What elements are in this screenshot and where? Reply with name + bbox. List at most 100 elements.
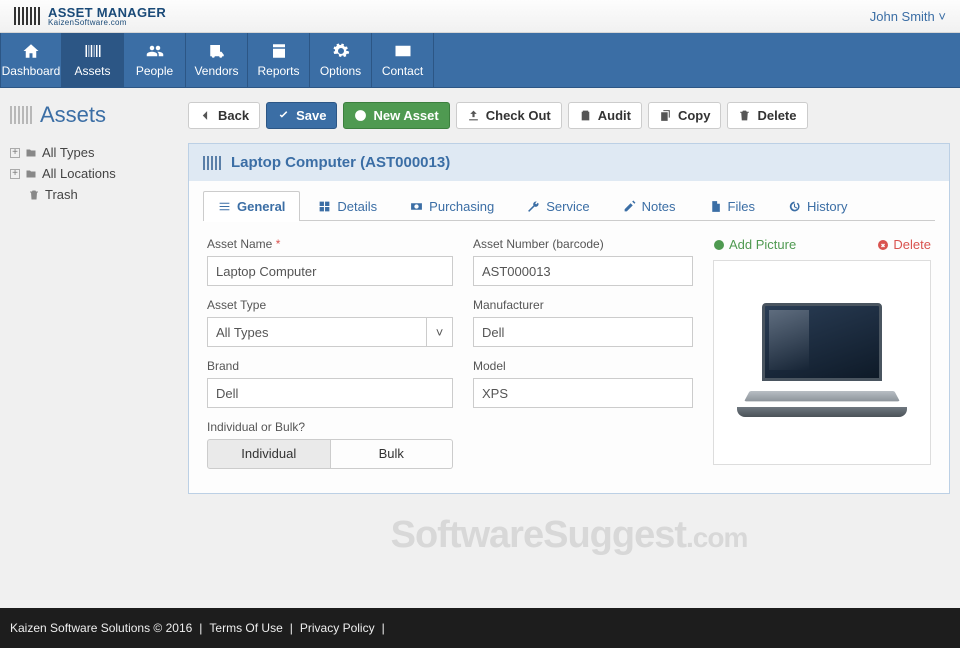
report-icon <box>270 42 288 60</box>
nav-label: Assets <box>74 64 110 78</box>
brand-logo: ASSET MANAGER KaizenSoftware.com <box>14 6 166 27</box>
tree-item-trash[interactable]: Trash <box>10 184 176 205</box>
trash-icon <box>28 189 40 201</box>
brand-input[interactable] <box>207 378 453 408</box>
main-nav: Dashboard Assets People Vendors Reports … <box>0 33 960 88</box>
asset-number-input[interactable] <box>473 256 693 286</box>
asset-name-input[interactable] <box>207 256 453 286</box>
tab-strip: General Details Purchasing Service Notes <box>189 181 949 221</box>
model-input[interactable] <box>473 378 693 408</box>
button-label: Copy <box>678 108 711 123</box>
user-menu[interactable]: John Smith ˅ <box>870 9 946 24</box>
chevron-down-icon: ˅ <box>938 9 946 24</box>
field-label: Asset Type <box>207 298 453 312</box>
arrow-left-icon <box>199 109 212 122</box>
asset-card: Laptop Computer (AST000013) General Deta… <box>188 143 950 494</box>
toggle-individual[interactable]: Individual <box>207 439 331 469</box>
tab-label: Notes <box>642 199 676 214</box>
watermark: SoftwareSuggest.com <box>188 514 950 557</box>
add-picture-link[interactable]: Add Picture <box>713 237 796 252</box>
footer-privacy-link[interactable]: Privacy Policy <box>300 621 375 635</box>
copy-button[interactable]: Copy <box>648 102 722 129</box>
toggle-bulk[interactable]: Bulk <box>331 439 454 469</box>
nav-contact[interactable]: Contact <box>372 33 434 87</box>
nav-reports[interactable]: Reports <box>248 33 310 87</box>
save-button[interactable]: Save <box>266 102 337 129</box>
gear-icon <box>332 42 350 60</box>
footer-copyright: Kaizen Software Solutions © 2016 <box>10 621 192 635</box>
tab-label: Service <box>546 199 589 214</box>
footer-terms-link[interactable]: Terms Of Use <box>209 621 282 635</box>
tab-service[interactable]: Service <box>512 191 604 221</box>
expand-icon[interactable]: + <box>10 169 20 179</box>
nav-label: Vendors <box>194 64 238 78</box>
delete-picture-link[interactable]: Delete <box>877 237 931 252</box>
content-area: Assets + All Types + All Locations Trash <box>0 88 960 557</box>
nav-label: People <box>136 64 173 78</box>
new-asset-button[interactable]: New Asset <box>343 102 449 129</box>
field-asset-name: Asset Name * <box>207 237 453 286</box>
nav-vendors[interactable]: Vendors <box>186 33 248 87</box>
toolbar: Back Save New Asset Check Out Audit Copy <box>188 102 950 129</box>
audit-button[interactable]: Audit <box>568 102 642 129</box>
field-label: Brand <box>207 359 453 373</box>
nav-people[interactable]: People <box>124 33 186 87</box>
plus-circle-icon <box>713 239 725 251</box>
form-col-left: Asset Name * Asset Type All Types ˅ Bran… <box>207 237 453 469</box>
home-icon <box>22 42 40 60</box>
tab-details[interactable]: Details <box>303 191 392 221</box>
x-circle-icon <box>877 239 889 251</box>
nav-dashboard[interactable]: Dashboard <box>0 33 62 87</box>
upload-icon <box>467 109 480 122</box>
button-label: Check Out <box>486 108 551 123</box>
asset-type-select[interactable]: All Types ˅ <box>207 317 453 347</box>
field-label: Individual or Bulk? <box>207 420 453 434</box>
watermark-text: SoftwareSuggest <box>391 514 686 556</box>
nav-assets[interactable]: Assets <box>62 33 124 87</box>
barcode-icon <box>10 106 32 124</box>
button-label: New Asset <box>373 108 438 123</box>
brand-name: ASSET MANAGER <box>48 6 166 19</box>
tree-item-all-locations[interactable]: + All Locations <box>10 163 176 184</box>
tab-files[interactable]: Files <box>694 191 770 221</box>
select-value: All Types <box>216 325 269 340</box>
plus-circle-icon <box>354 109 367 122</box>
manufacturer-input[interactable] <box>473 317 693 347</box>
asset-picture <box>713 260 931 465</box>
field-label: Manufacturer <box>473 298 693 312</box>
field-bulk: Individual or Bulk? Individual Bulk <box>207 420 453 469</box>
mail-icon <box>394 42 412 60</box>
barcode-icon <box>203 156 223 170</box>
tree-item-all-types[interactable]: + All Types <box>10 142 176 163</box>
tab-general[interactable]: General <box>203 191 300 221</box>
field-manufacturer: Manufacturer <box>473 298 693 347</box>
expand-icon[interactable]: + <box>10 148 20 158</box>
card-title: Laptop Computer (AST000013) <box>231 154 450 171</box>
clipboard-icon <box>579 109 592 122</box>
bulk-toggle: Individual Bulk <box>207 439 453 469</box>
wrench-icon <box>527 200 540 213</box>
folder-icon <box>25 168 37 180</box>
tab-history[interactable]: History <box>773 191 862 221</box>
tab-label: Files <box>728 199 755 214</box>
tree-label: Trash <box>45 187 78 202</box>
tree-label: All Types <box>42 145 95 160</box>
barcode-icon <box>14 7 42 25</box>
check-out-button[interactable]: Check Out <box>456 102 562 129</box>
tab-label: Purchasing <box>429 199 494 214</box>
nav-label: Dashboard <box>2 64 61 78</box>
tab-notes[interactable]: Notes <box>608 191 691 221</box>
nav-options[interactable]: Options <box>310 33 372 87</box>
link-label: Delete <box>893 237 931 252</box>
tab-purchasing[interactable]: Purchasing <box>395 191 509 221</box>
history-icon <box>788 200 801 213</box>
trash-icon <box>738 109 751 122</box>
sidebar-tree: + All Types + All Locations Trash <box>10 142 176 205</box>
sidebar: Assets + All Types + All Locations Trash <box>10 102 176 557</box>
back-button[interactable]: Back <box>188 102 260 129</box>
field-asset-type: Asset Type All Types ˅ <box>207 298 453 347</box>
delete-button[interactable]: Delete <box>727 102 807 129</box>
folder-icon <box>25 147 37 159</box>
app-header: ASSET MANAGER KaizenSoftware.com John Sm… <box>0 0 960 33</box>
file-icon <box>709 200 722 213</box>
